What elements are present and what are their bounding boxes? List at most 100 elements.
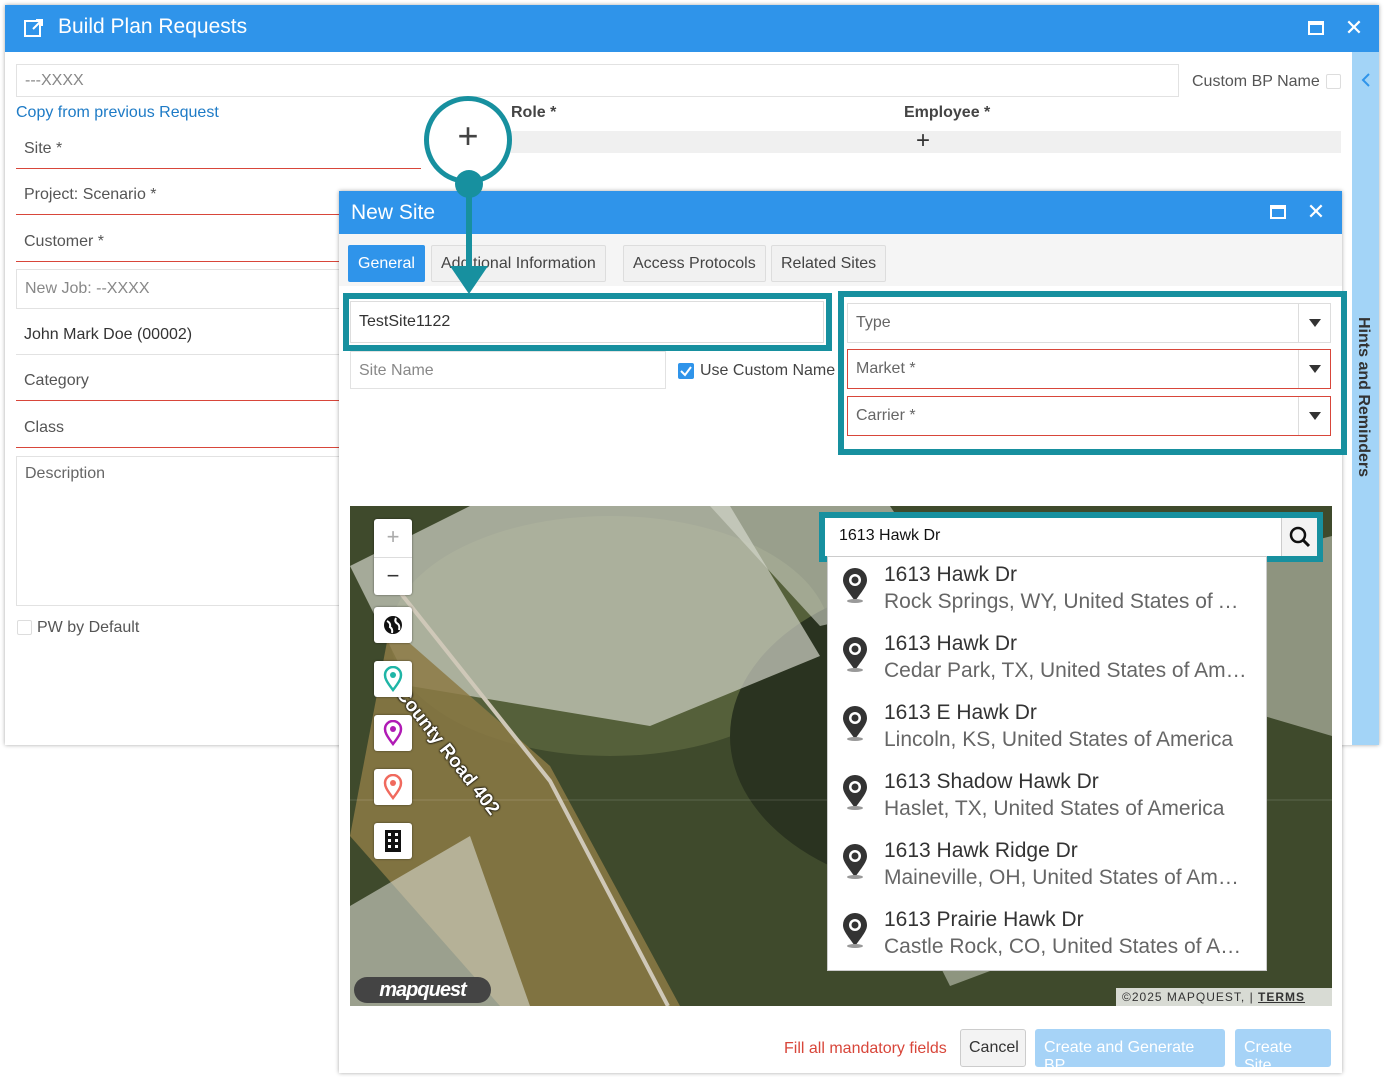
create-and-generate-bp-button[interactable]: Create and Generate BP <box>1035 1029 1225 1074</box>
purple-pin-button[interactable] <box>374 715 412 751</box>
type-label: Type <box>856 314 891 331</box>
result-detail: Cedar Park, TX, United States of America <box>884 659 1249 682</box>
hints-panel[interactable]: Hints and Reminders <box>1352 52 1379 745</box>
building-icon <box>385 830 401 852</box>
search-result-item[interactable]: 1613 Shadow Hawk Dr Haslet, TX, United St… <box>828 768 1268 836</box>
new-site-dialog: New Site ✕ General Additional Informatio… <box>339 191 1347 1074</box>
map-search-box: 1613 Hawk Dr <box>825 518 1317 556</box>
close-button[interactable]: ✕ <box>1305 201 1327 223</box>
custom-bp-name-label: Custom BP Name <box>1192 73 1320 90</box>
search-result-item[interactable]: 1613 Hawk Ridge Dr Maineville, OH, United… <box>828 837 1268 905</box>
maximize-button[interactable] <box>1267 201 1289 223</box>
location-pin-icon <box>843 637 867 672</box>
result-name: 1613 Prairie Hawk Dr <box>884 908 1084 931</box>
building-button[interactable] <box>374 823 412 859</box>
maximize-button[interactable] <box>1305 17 1327 39</box>
close-icon: ✕ <box>1306 199 1326 224</box>
search-result-item[interactable]: 1613 E Hawk Dr Lincoln, KS, United States… <box>828 699 1268 767</box>
checkmark-icon <box>680 366 692 377</box>
globe-button[interactable] <box>374 607 412 643</box>
carrier-label: Carrier * <box>856 407 916 424</box>
project-label: Project: Scenario * <box>24 186 157 203</box>
tab-access-protocols[interactable]: Access Protocols <box>623 245 766 282</box>
result-detail: Haslet, TX, United States of America <box>884 797 1225 820</box>
mapquest-logo: mapquest <box>354 977 491 1003</box>
site-field[interactable]: Site * <box>16 129 421 169</box>
map-view[interactable]: County Road 402 + − 1613 Hawk Dr 1613 Ha… <box>350 506 1332 1006</box>
map-attribution: ©2025 MAPQUEST, | TERMS <box>1116 988 1332 1006</box>
zoom-out-button[interactable]: − <box>374 557 412 595</box>
dialog-title: Build Plan Requests <box>58 15 248 38</box>
new-site-title: New Site <box>351 201 436 224</box>
result-name: 1613 Hawk Ridge Dr <box>884 839 1078 862</box>
result-name: 1613 Shadow Hawk Dr <box>884 770 1099 793</box>
use-custom-name-checkbox[interactable] <box>678 363 694 379</box>
tab-general[interactable]: General <box>348 245 425 282</box>
chevron-down-icon <box>1298 397 1330 435</box>
employee-label: Employee * <box>904 104 991 121</box>
map-search-input[interactable]: 1613 Hawk Dr <box>839 527 940 545</box>
dialog-titlebar: Build Plan Requests ✕ <box>5 5 1379 52</box>
site-name-input[interactable]: Site Name <box>350 351 666 389</box>
search-icon <box>1289 526 1311 548</box>
tab-related-sites[interactable]: Related Sites <box>771 245 887 282</box>
site-id-input[interactable]: TestSite1122 <box>350 301 824 343</box>
carrier-select[interactable]: Carrier * <box>847 396 1331 436</box>
create-site-button[interactable]: Create Site <box>1235 1029 1331 1074</box>
terms-link[interactable]: TERMS <box>1258 990 1305 1004</box>
pw-default-label: PW by Default <box>37 619 140 636</box>
chevron-left-icon[interactable] <box>1359 72 1373 88</box>
hints-label: Hints and Reminders <box>1355 317 1372 478</box>
teal-pin-icon <box>383 665 403 693</box>
bp-name-input[interactable]: ---XXXX <box>16 64 1179 97</box>
cancel-button[interactable]: Cancel <box>960 1029 1026 1067</box>
class-label: Class <box>24 419 65 436</box>
market-select[interactable]: Market * <box>847 349 1331 389</box>
search-result-item[interactable]: 1613 Prairie Hawk Dr Castle Rock, CO, Uni… <box>828 906 1268 974</box>
annotation-arrow <box>450 170 488 294</box>
search-results-list: 1613 Hawk Dr Rock Springs, WY, United Sta… <box>827 556 1267 971</box>
red-pin-button[interactable] <box>374 769 412 805</box>
result-name: 1613 Hawk Dr <box>884 632 1018 655</box>
globe-icon <box>384 616 402 634</box>
bp-name-placeholder: ---XXXX <box>25 72 84 89</box>
map-search-button[interactable] <box>1281 518 1317 556</box>
custom-bp-name-checkbox[interactable] <box>1326 74 1341 89</box>
location-pin-icon <box>843 913 867 948</box>
person-value: John Mark Doe (00002) <box>24 326 193 343</box>
result-detail: Castle Rock, CO, United States of Americ… <box>884 935 1249 958</box>
teal-pin-button[interactable] <box>374 661 412 697</box>
separator: | <box>1249 990 1259 1004</box>
result-detail: Maineville, OH, United States of America <box>884 866 1249 889</box>
chevron-down-icon <box>1298 350 1330 388</box>
close-button[interactable]: ✕ <box>1343 17 1365 39</box>
copyright-text: ©2025 MAPQUEST, <box>1122 990 1246 1004</box>
copy-previous-link[interactable]: Copy from previous Request <box>16 104 219 122</box>
new-job-placeholder: New Job: --XXXX <box>25 280 150 297</box>
external-link-icon <box>24 19 43 37</box>
red-pin-icon <box>383 773 403 801</box>
result-detail: Rock Springs, WY, United States of Ameri… <box>884 590 1249 613</box>
role-label: Role * <box>511 104 557 121</box>
chevron-down-icon <box>1298 304 1330 342</box>
zoom-controls: + − <box>374 519 412 595</box>
type-select[interactable]: Type <box>847 303 1331 343</box>
mandatory-warning: Fill all mandatory fields <box>784 1040 947 1057</box>
role-employee-row: + <box>511 127 1341 154</box>
zoom-in-button[interactable]: + <box>374 519 412 557</box>
search-result-item[interactable]: 1613 Hawk Dr Cedar Park, TX, United State… <box>828 630 1268 698</box>
customer-label: Customer * <box>24 233 105 250</box>
location-pin-icon <box>843 706 867 741</box>
search-result-item[interactable]: 1613 Hawk Dr Rock Springs, WY, United Sta… <box>828 561 1268 629</box>
description-label: Description <box>25 465 106 482</box>
location-pin-icon <box>843 568 867 603</box>
result-name: 1613 Hawk Dr <box>884 563 1018 586</box>
purple-pin-icon <box>383 719 403 747</box>
close-icon: ✕ <box>1344 15 1364 40</box>
category-label: Category <box>24 372 89 389</box>
pw-default-checkbox[interactable] <box>17 620 32 635</box>
result-name: 1613 E Hawk Dr <box>884 701 1037 724</box>
plus-icon: + <box>457 115 479 156</box>
add-employee-button[interactable]: + <box>916 127 930 155</box>
use-custom-name-label: Use Custom Name <box>700 362 836 379</box>
